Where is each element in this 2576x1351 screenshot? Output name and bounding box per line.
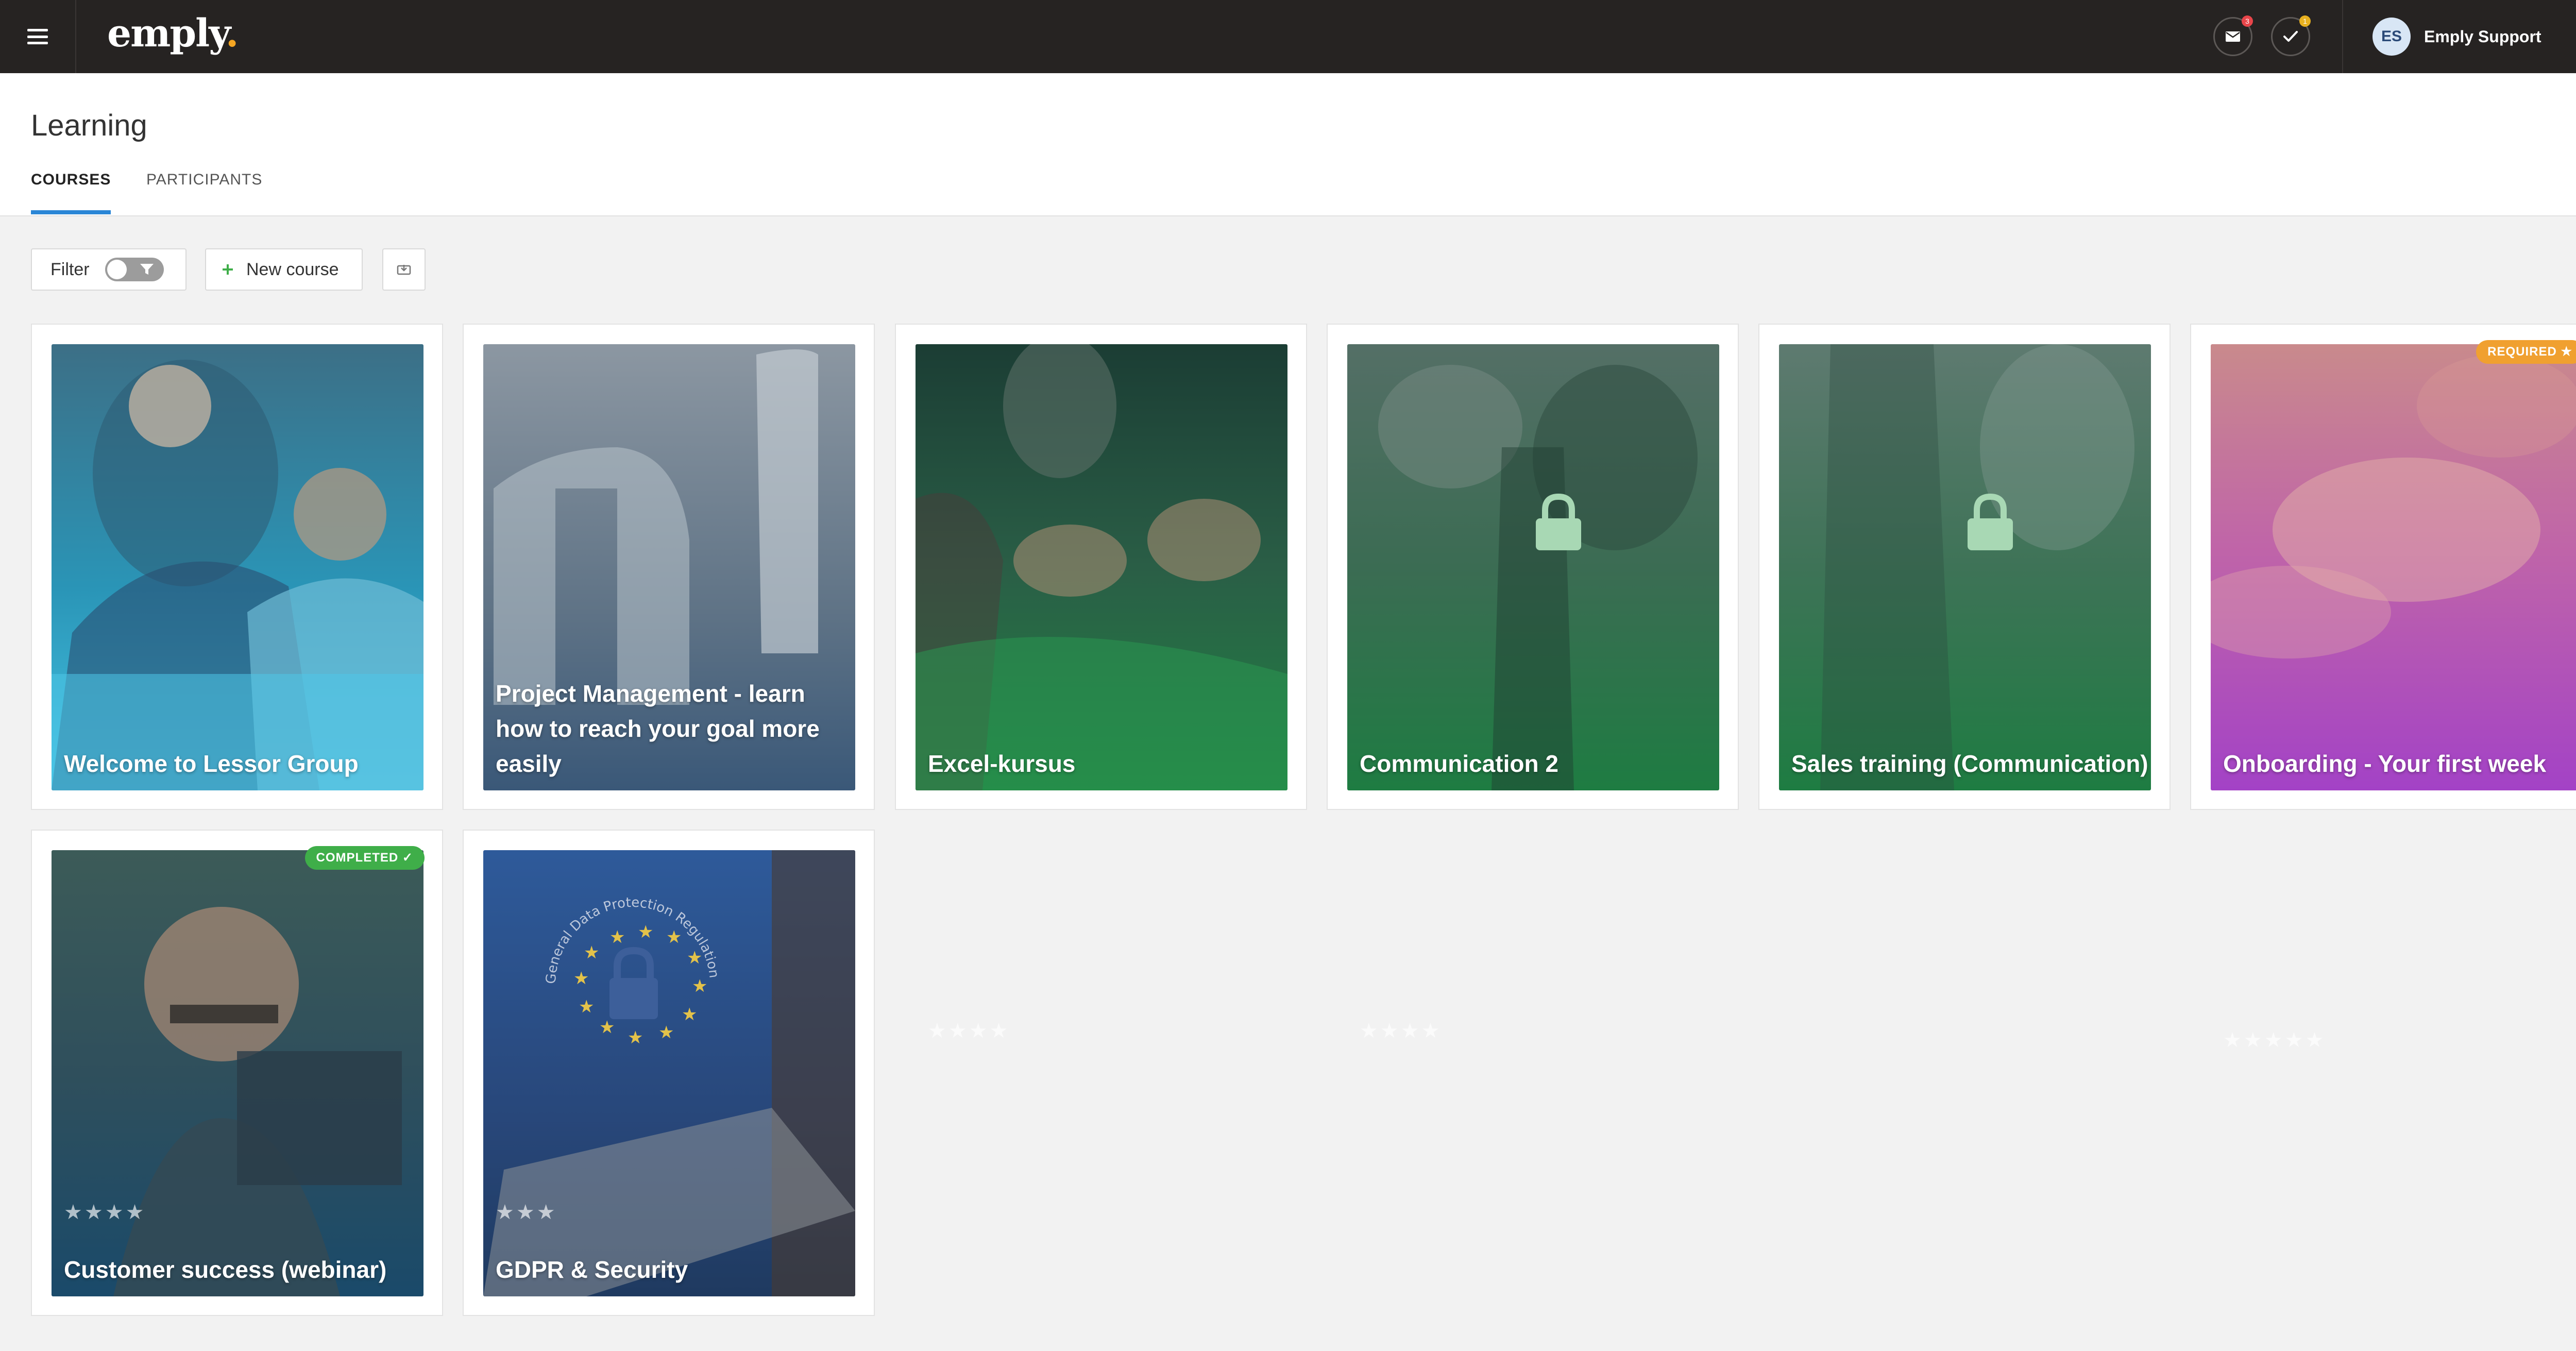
checkmark-icon (2283, 31, 2298, 42)
course-image (1779, 344, 2151, 790)
course-rating: ★★★★ (64, 1201, 146, 1224)
svg-text:★: ★ (628, 1028, 643, 1048)
user-name: Emply Support (2424, 27, 2541, 46)
tasks-badge: 1 (2299, 15, 2311, 27)
course-rating: ★★★ (496, 1201, 557, 1224)
course-title: Customer success (webinar) (64, 1256, 387, 1283)
svg-text:★: ★ (599, 1018, 615, 1037)
user-menu[interactable]: ES Emply Support (2372, 17, 2541, 56)
new-course-label: New course (246, 259, 339, 279)
course-card[interactable]: Sales training (Communication) (1758, 324, 2171, 810)
required-badge: REQUIRED ★ (2476, 340, 2576, 364)
course-image: General Data Protection Regulation (GDPR… (483, 850, 855, 1296)
course-title: GDPR & Security (496, 1256, 688, 1283)
svg-text:★: ★ (666, 927, 682, 947)
course-card[interactable]: Project Management - learn how to reach … (463, 324, 875, 810)
lock-icon (1536, 493, 1581, 550)
svg-text:★: ★ (658, 1023, 674, 1042)
course-title: Communication 2 (1360, 750, 1558, 777)
course-title: Project Management - learn how to reach … (496, 680, 820, 777)
divider (2342, 0, 2343, 73)
course-rating: ★★★★★ (2223, 1029, 2326, 1052)
new-course-button[interactable]: New course (205, 248, 363, 291)
svg-text:★: ★ (609, 927, 625, 947)
course-title: Onboarding - Your first week (2223, 750, 2547, 777)
course-title: Welcome to Lessor Group (64, 750, 359, 777)
course-image (2211, 344, 2576, 790)
course-image (52, 850, 423, 1296)
course-image (916, 344, 1287, 790)
svg-text:★: ★ (579, 997, 594, 1017)
tasks-button[interactable]: 1 (2271, 15, 2311, 56)
logo-dot: . (225, 11, 239, 56)
tab-participants[interactable]: PARTICIPANTS (146, 171, 262, 214)
course-rating: ★★★★ (928, 1020, 1010, 1042)
avatar: ES (2372, 18, 2411, 56)
svg-text:★: ★ (687, 948, 702, 968)
svg-text:★: ★ (692, 976, 707, 996)
plus-icon (223, 264, 233, 275)
completed-badge: COMPLETED ✓ (304, 846, 425, 870)
page-title: Learning (31, 109, 147, 142)
course-card[interactable]: ★★★★ Excel-kursus (895, 324, 1307, 1042)
svg-text:★: ★ (573, 969, 589, 988)
page-header: Learning COURSES PARTICIPANTS (0, 73, 2576, 216)
lock-icon (1968, 493, 2013, 550)
export-icon (397, 265, 411, 275)
envelope-icon (2226, 31, 2240, 42)
messages-button[interactable]: 3 (2213, 15, 2253, 56)
svg-text:★: ★ (682, 1005, 697, 1024)
filter-toggle[interactable] (105, 258, 164, 281)
emply-logo[interactable]: emply. (107, 11, 239, 56)
tab-courses[interactable]: COURSES (31, 171, 111, 214)
course-rating: ★★★★ (1360, 1020, 1442, 1042)
filter-button[interactable]: Filter (31, 248, 187, 291)
export-button[interactable] (382, 248, 426, 291)
course-title: Sales training (Communication) (1791, 750, 2148, 777)
course-card[interactable]: ★★★★ Communication 2 (1327, 324, 1739, 1042)
svg-text:★: ★ (584, 943, 599, 962)
svg-text:★: ★ (638, 922, 653, 942)
course-image (1347, 344, 1719, 790)
course-card[interactable]: General Data Protection Regulation (GDPR… (463, 830, 875, 1316)
logo-text: emply (107, 11, 227, 56)
top-navigation-bar: emply. 3 1 ES Emply Support (0, 0, 2576, 73)
funnel-icon (140, 264, 154, 275)
course-card[interactable]: Welcome to Lessor Group (31, 324, 443, 810)
filter-label: Filter (50, 259, 90, 279)
messages-badge: 3 (2242, 15, 2253, 27)
course-image (52, 344, 423, 790)
course-title: Excel-kursus (928, 750, 1076, 777)
course-card[interactable]: REQUIRED ★ ★★★★★ Onboarding - Your first… (2190, 324, 2576, 1052)
toggle-knob (107, 260, 127, 279)
menu-button[interactable] (0, 0, 76, 73)
hamburger-icon (27, 29, 48, 44)
course-card[interactable]: COMPLETED ✓ ★★★★ Customer success (webin… (31, 830, 443, 1316)
